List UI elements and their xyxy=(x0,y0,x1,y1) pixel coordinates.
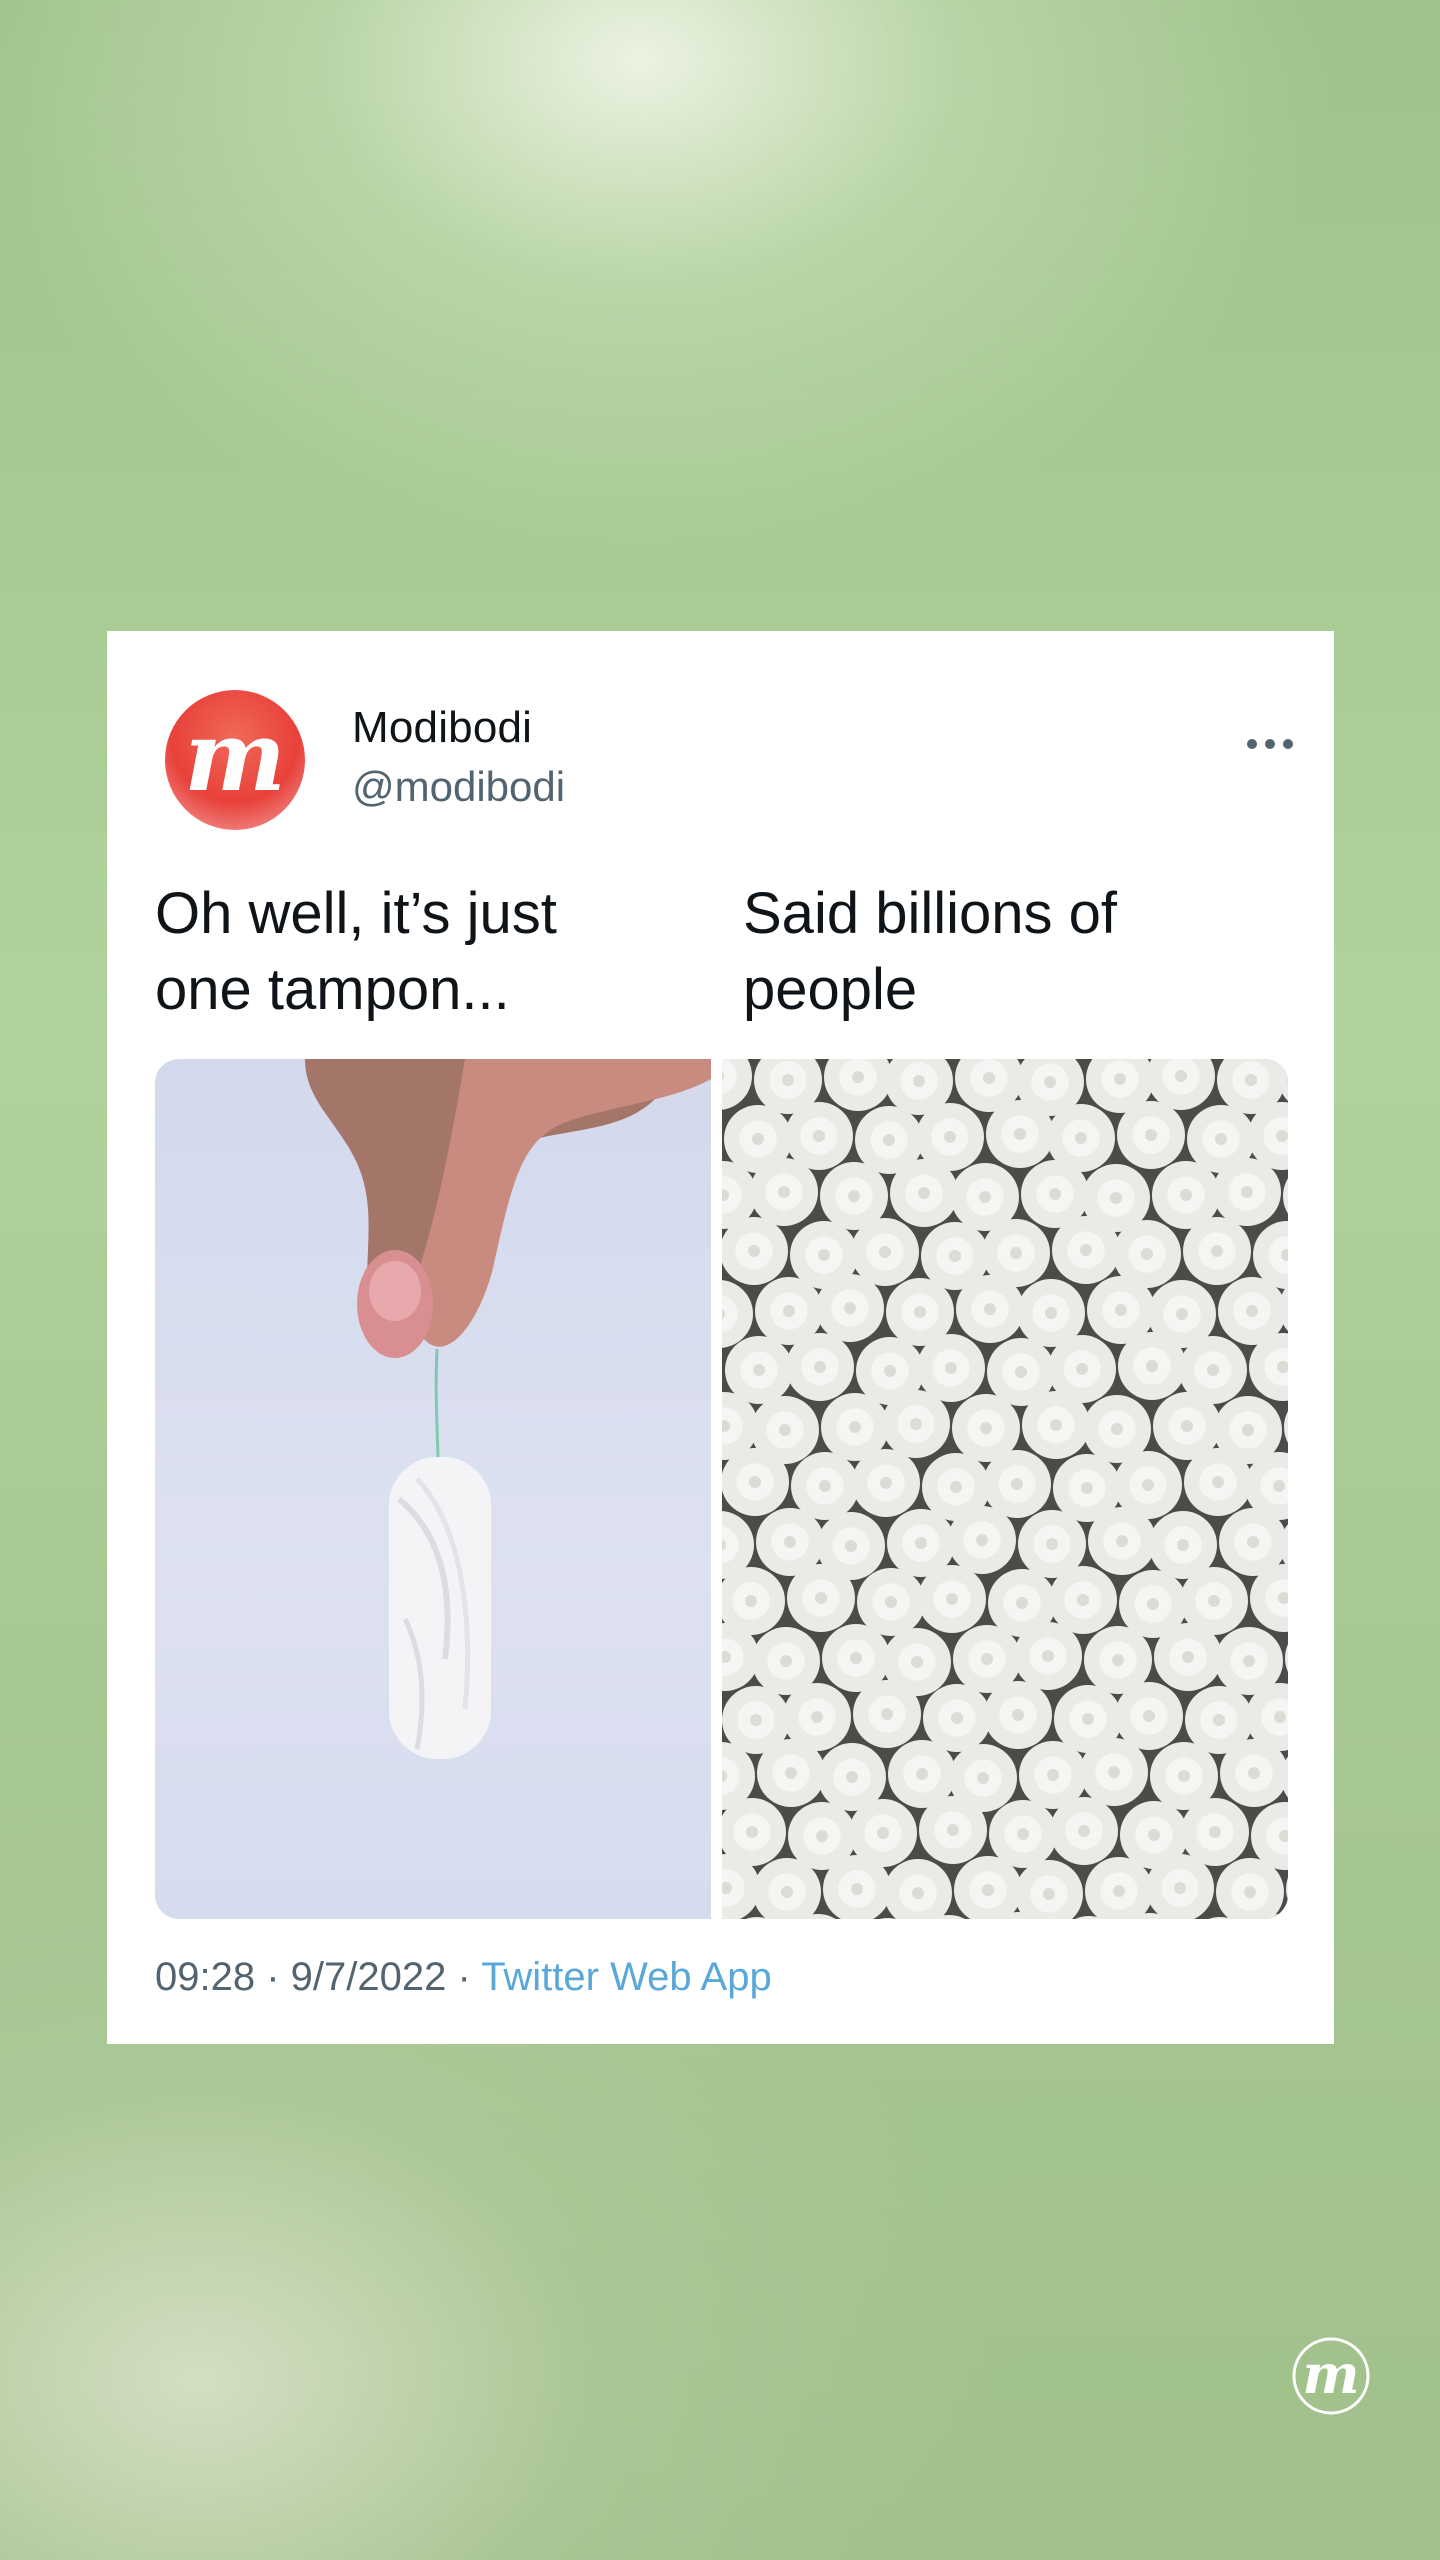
tweet-source-link[interactable]: Twitter Web App xyxy=(481,1955,772,1999)
modibodi-logo-icon[interactable]: m xyxy=(165,690,305,830)
caption-right: Said billions of people xyxy=(743,881,1117,1022)
tweet-time: 09:28 xyxy=(155,1955,256,1999)
tampon-pile-photo[interactable] xyxy=(722,1059,1288,1919)
author-name[interactable]: Modibodi xyxy=(352,703,532,753)
tampon-photo[interactable] xyxy=(155,1059,711,1919)
svg-text:m: m xyxy=(1302,2342,1359,2406)
more-options-icon[interactable] xyxy=(1246,737,1294,749)
separator: · xyxy=(446,1955,482,1999)
author-handle[interactable]: @modibodi xyxy=(352,763,565,811)
tweet-date: 9/7/2022 xyxy=(290,1955,447,1999)
caption-left: Oh well, it’s just one tampon... xyxy=(155,881,557,1022)
svg-text:m: m xyxy=(184,700,286,813)
tweet-card: m Modibodi @modibodi Oh well, it’s just … xyxy=(107,631,1334,2044)
separator: · xyxy=(255,1955,291,1999)
tweet-metadata: 09:28 · 9/7/2022 · Twitter Web App xyxy=(155,1955,772,2000)
modibodi-watermark-icon: m xyxy=(1292,2337,1370,2415)
